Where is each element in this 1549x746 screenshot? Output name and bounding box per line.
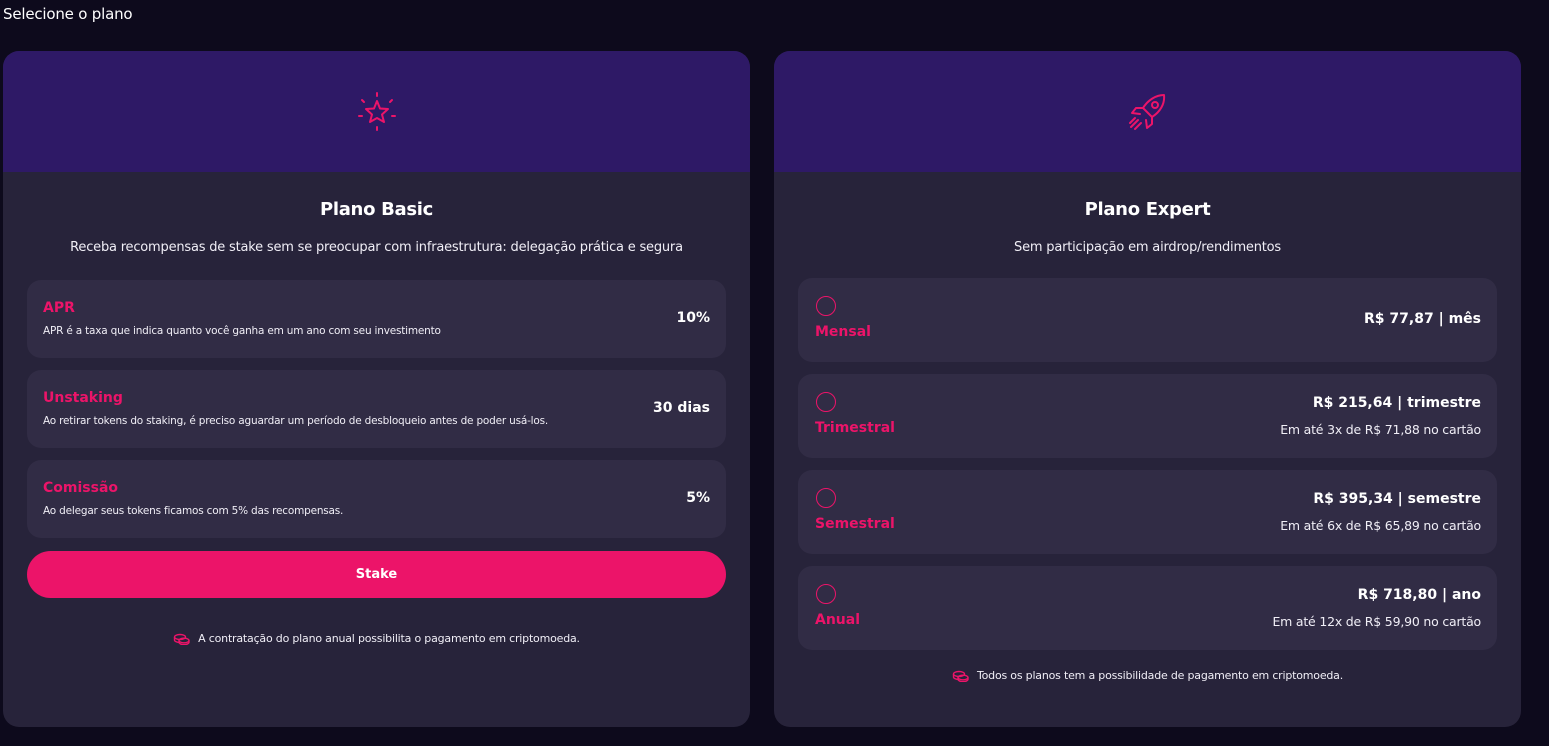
plan-option-trimestral[interactable]: Trimestral R$ 215,64 | trimestre Em até … [798,374,1497,458]
plan-option-mensal[interactable]: Mensal R$ 77,87 | mês [798,278,1497,362]
basic-footnote: A contratação do plano anual possibilita… [3,632,750,645]
feature-description: APR é a taxa que indica quanto você ganh… [43,325,441,337]
footnote-text: A contratação do plano anual possibilita… [198,632,580,645]
plan-name: Semestral [815,516,895,532]
feature-comissao: Comissão Ao delegar seus tokens ficamos … [27,460,726,538]
expert-footnote: Todos os planos tem a possibilidade de p… [774,669,1521,682]
plan-installment: Em até 3x de R$ 71,88 no cartão [1280,422,1481,437]
coins-icon [173,633,190,645]
plan-name: Trimestral [815,420,895,436]
basic-plan-title: Plano Basic [319,199,434,220]
star-icon [357,91,396,131]
plan-option-semestral[interactable]: Semestral R$ 395,34 | semestre Em até 6x… [798,470,1497,554]
basic-plan-card: Plano Basic Receba recompensas de stake … [3,51,750,727]
feature-name: Unstaking [43,390,123,406]
feature-description: Ao delegar seus tokens ficamos com 5% da… [43,505,344,517]
feature-name: Comissão [43,480,119,496]
plan-installment: Em até 6x de R$ 65,89 no cartão [1280,518,1481,533]
feature-unstaking: Unstaking Ao retirar tokens do staking, … [27,370,726,448]
footnote-text: Todos os planos tem a possibilidade de p… [976,669,1344,682]
expert-plan-card: Plano Expert Sem participação em airdrop… [774,51,1521,727]
basic-card-header [3,51,750,172]
expert-plan-title: Plano Expert [1084,199,1211,220]
plan-installment: Em até 12x de R$ 59,90 no cartão [1272,614,1481,629]
radio-button[interactable] [816,392,836,412]
feature-description: Ao retirar tokens do staking, é preciso … [43,415,549,427]
radio-button[interactable] [816,584,836,604]
radio-button[interactable] [816,488,836,508]
feature-value: 30 dias [653,400,710,416]
expert-card-header [774,51,1521,172]
expert-plan-subtitle: Sem participação em airdrop/rendimentos [1014,240,1281,255]
coins-icon [952,670,969,682]
plan-price: R$ 395,34 | semestre [1313,491,1481,507]
plan-option-anual[interactable]: Anual R$ 718,80 | ano Em até 12x de R$ 5… [798,566,1497,650]
plan-price: R$ 77,87 | mês [1364,311,1481,327]
page-heading: Selecione o plano [3,5,133,23]
stake-button[interactable]: Stake [27,551,726,598]
expert-plan-options: Mensal R$ 77,87 | mês Trimestral R$ 215,… [798,278,1497,650]
plan-price: R$ 718,80 | ano [1357,587,1481,603]
feature-name: APR [43,300,75,316]
feature-apr: APR APR é a taxa que indica quanto você … [27,280,726,358]
radio-button[interactable] [816,296,836,316]
basic-plan-subtitle: Receba recompensas de stake sem se preoc… [70,240,683,255]
plan-price: R$ 215,64 | trimestre [1312,395,1481,411]
feature-value: 5% [686,490,710,506]
plan-name: Anual [815,612,861,628]
rocket-icon [1128,93,1165,130]
feature-value: 10% [676,310,710,326]
basic-feature-list: APR APR é a taxa que indica quanto você … [27,280,726,538]
plan-name: Mensal [815,324,871,340]
